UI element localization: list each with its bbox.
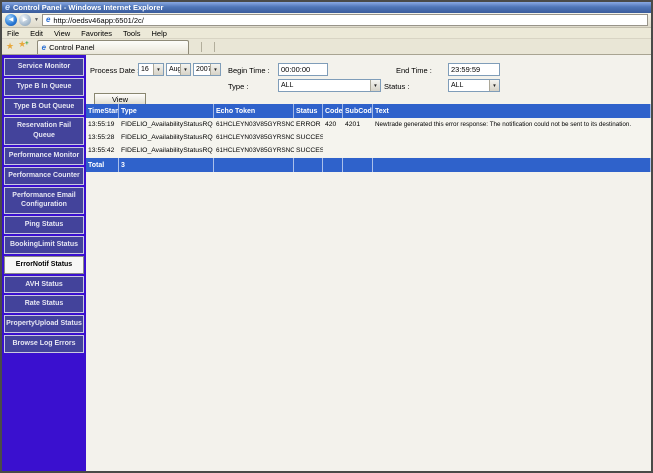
- end-time-label: End Time :: [396, 66, 432, 75]
- address-bar: ◀ ▶ ▼ e http://oedsv46app:6501/2c/: [2, 13, 651, 28]
- chevron-down-icon: ▼: [153, 64, 163, 75]
- forward-button[interactable]: ▶: [19, 14, 31, 26]
- process-date-label: Process Date :: [90, 66, 139, 75]
- header-echo-token: Echo Token: [214, 104, 294, 118]
- new-tab-separator: [214, 42, 215, 52]
- sidebar-item-type-b-in-queue[interactable]: Type B In Queue: [4, 78, 84, 96]
- status-label: Status :: [384, 82, 409, 91]
- results-table: TimeStamp Type Echo Token Status Code Su…: [86, 104, 651, 172]
- address-input[interactable]: e http://oedsv46app:6501/2c/: [42, 14, 648, 26]
- header-status: Status: [294, 104, 323, 118]
- sidebar-item-performance-monitor[interactable]: Performance Monitor: [4, 147, 84, 165]
- header-code: Code: [323, 104, 343, 118]
- title-bar: e Control Panel - Windows Internet Explo…: [2, 2, 651, 13]
- url-text: http://oedsv46app:6501/2c/: [53, 16, 144, 25]
- menu-edit[interactable]: Edit: [30, 29, 43, 38]
- total-label: Total: [86, 158, 119, 172]
- menu-view[interactable]: View: [54, 29, 70, 38]
- type-label: Type :: [228, 82, 248, 91]
- tab-bar: ★ ★+ e Control Panel: [2, 39, 651, 55]
- page-content: Service Monitor Type B In Queue Type B O…: [2, 55, 651, 471]
- begin-time-input[interactable]: 00:00:00: [278, 63, 328, 76]
- day-select[interactable]: 16 ▼: [138, 63, 164, 76]
- month-select[interactable]: Aug ▼: [166, 63, 191, 76]
- back-arrow-icon: ◀: [9, 17, 14, 23]
- end-time-input[interactable]: 23:59:59: [448, 63, 500, 76]
- table-header-row: TimeStamp Type Echo Token Status Code Su…: [86, 104, 651, 118]
- tab-control-panel[interactable]: e Control Panel: [37, 40, 189, 54]
- total-count: 3: [119, 158, 214, 172]
- sidebar-item-bookinglimit-status[interactable]: BookingLimit Status: [4, 236, 84, 254]
- sidebar-item-rate-status[interactable]: Rate Status: [4, 295, 84, 313]
- header-text: Text: [373, 104, 651, 118]
- chevron-down-icon: ▼: [489, 80, 499, 91]
- table-row: 13:55:19 FIDELIO_AvailabilityStatusRQ 61…: [86, 118, 651, 131]
- sidebar-item-propertyupload-status[interactable]: PropertyUpload Status: [4, 315, 84, 333]
- table-total-row: Total 3: [86, 158, 651, 172]
- chevron-down-icon: ▼: [210, 64, 220, 75]
- favorites-star-icon[interactable]: ★: [6, 42, 14, 51]
- menu-favorites[interactable]: Favorites: [81, 29, 112, 38]
- header-timestamp: TimeStamp: [86, 104, 119, 118]
- tab-separator: [201, 42, 202, 52]
- sidebar-item-performance-email-configuration[interactable]: Performance Email Configuration: [4, 187, 84, 215]
- status-select[interactable]: ALL ▼: [448, 79, 500, 92]
- chevron-down-icon: ▼: [180, 64, 190, 75]
- sidebar-item-reservation-fail-queue[interactable]: Reservation Fail Queue: [4, 117, 84, 145]
- sidebar-item-browse-log-errors[interactable]: Browse Log Errors: [4, 335, 84, 353]
- back-button[interactable]: ◀: [5, 14, 17, 26]
- page-favicon-icon: e: [46, 16, 50, 24]
- header-type: Type: [119, 104, 214, 118]
- tab-label: Control Panel: [49, 43, 94, 52]
- type-select[interactable]: ALL ▼: [278, 79, 381, 92]
- chevron-down-icon: ▼: [370, 80, 380, 91]
- window-title: Control Panel - Windows Internet Explore…: [13, 3, 163, 12]
- begin-time-label: Begin Time :: [228, 66, 270, 75]
- sidebar-item-service-monitor[interactable]: Service Monitor: [4, 58, 84, 76]
- sidebar-nav: Service Monitor Type B In Queue Type B O…: [2, 55, 86, 471]
- sidebar-item-type-b-out-queue[interactable]: Type B Out Queue: [4, 98, 84, 116]
- sidebar-item-errornotif-status[interactable]: ErrorNotif Status: [4, 256, 84, 274]
- menu-tools[interactable]: Tools: [123, 29, 141, 38]
- add-favorite-icon[interactable]: ★+: [18, 40, 30, 51]
- header-subcode: SubCode: [343, 104, 373, 118]
- table-row: 13:55:28 FIDELIO_AvailabilityStatusRQ 61…: [86, 131, 651, 144]
- menu-file[interactable]: File: [7, 29, 19, 38]
- table-row: 13:55:42 FIDELIO_AvailabilityStatusRQ 61…: [86, 144, 651, 157]
- sidebar-item-ping-status[interactable]: Ping Status: [4, 216, 84, 234]
- menu-help[interactable]: Help: [152, 29, 167, 38]
- sidebar-item-avh-status[interactable]: AVH Status: [4, 276, 84, 294]
- forward-arrow-icon: ▶: [23, 17, 28, 23]
- history-dropdown-icon[interactable]: ▼: [33, 17, 40, 23]
- sidebar-item-performance-counter[interactable]: Performance Counter: [4, 167, 84, 185]
- tab-favicon-icon: e: [42, 44, 46, 52]
- browser-window: e Control Panel - Windows Internet Explo…: [0, 0, 653, 473]
- year-select[interactable]: 2007 ▼: [193, 63, 221, 76]
- menu-bar: File Edit View Favorites Tools Help: [2, 28, 651, 39]
- main-panel: Process Date : 16 ▼ Aug ▼ 2007 ▼ Begin T…: [86, 55, 651, 471]
- ie-logo-icon: e: [5, 3, 10, 12]
